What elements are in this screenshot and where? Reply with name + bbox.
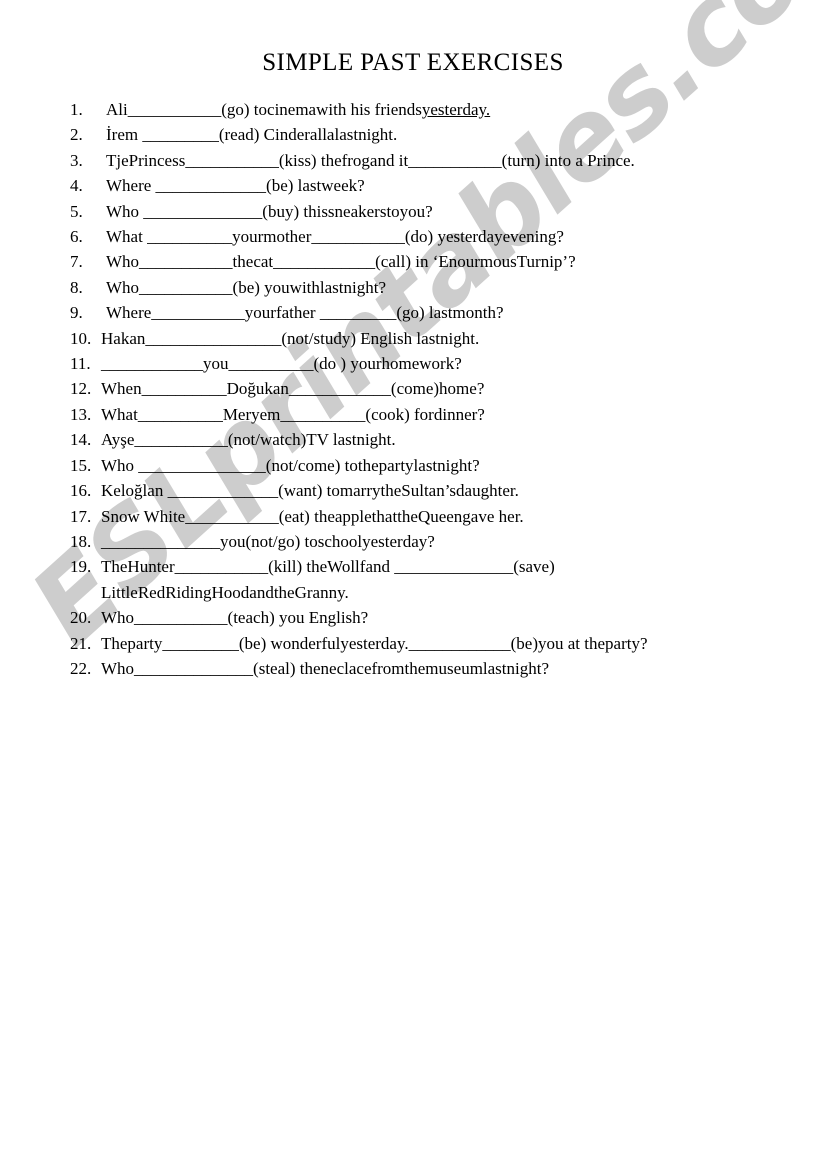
exercise-text: When__________Doğukan____________(come)h… xyxy=(101,379,485,399)
exercise-text: Who___________(teach) you English? xyxy=(101,608,369,628)
exercise-text: Who _______________(not/come) totheparty… xyxy=(101,455,480,475)
exercise-number: 17. xyxy=(70,506,92,526)
exercise-number: 9. xyxy=(70,303,83,323)
exercise-item: 21. Theparty_________(be) wonderfulyester… xyxy=(70,631,770,656)
exercise-number: 16. xyxy=(70,481,92,501)
exercise-item: 13. What__________Meryem__________(cook) … xyxy=(70,402,770,427)
exercise-item: 7. Who___________thecat____________(call)… xyxy=(70,249,770,274)
exercise-item: 6. What __________yourmother___________(d… xyxy=(70,224,770,249)
exercise-number: 5. xyxy=(70,201,83,221)
exercise-item: 4. Where _____________(be) lastweek? xyxy=(70,173,770,198)
exercise-item: 5. Who ______________(buy) thissneakersto… xyxy=(70,199,770,224)
worksheet-page: SIMPLE PAST EXERCISES 1. Ali___________(g… xyxy=(0,0,826,1169)
exercise-text: Ayşe___________(not/watch)TV lastnight. xyxy=(101,430,396,450)
exercise-item: 19. TheHunter___________(kill) theWollfan… xyxy=(70,554,770,605)
exercise-text: Ali___________(go) tocinemawith his frie… xyxy=(106,100,491,119)
exercise-item: 11. ____________you__________(do ) yourho… xyxy=(70,351,770,376)
exercise-number: 11. xyxy=(70,354,91,374)
exercise-number: 1. xyxy=(70,100,83,119)
page-title: SIMPLE PAST EXERCISES xyxy=(262,49,564,76)
exercise-item: 8. Who___________(be) youwithlastnight? xyxy=(70,275,770,300)
exercise-text: ______________you(not/go) toschoolyester… xyxy=(101,531,435,551)
exercise-item: 10. Hakan________________(not/study) Engl… xyxy=(70,326,770,351)
exercise-text: Keloğlan _____________(want) tomarrytheS… xyxy=(101,481,519,501)
exercise-item: 3. TjePrincess___________(kiss) thefrogan… xyxy=(70,148,770,173)
exercise-item: 1. Ali___________(go) tocinemawith his fr… xyxy=(70,97,770,122)
exercise-text: Snow White___________(eat) theapplethatt… xyxy=(101,506,524,526)
exercise-text: Where___________yourfather _________(go)… xyxy=(106,303,504,323)
exercise-item: 12. When__________Doğukan____________(com… xyxy=(70,376,770,401)
exercise-text: What__________Meryem__________(cook) for… xyxy=(101,404,485,424)
exercise-number: 7. xyxy=(70,252,83,272)
exercise-item: 2. İrem _________(read) Cinderallalastnig… xyxy=(70,122,770,147)
exercise-text: İrem _________(read) Cinderallalastnight… xyxy=(106,125,398,145)
exercise-number: 10. xyxy=(70,328,92,348)
exercise-item: 14. Ayşe___________(not/watch)TV lastnigh… xyxy=(70,427,770,452)
exercise-number: 4. xyxy=(70,176,83,196)
exercise-number: 6. xyxy=(70,227,83,247)
exercise-number: 15. xyxy=(70,455,92,475)
exercise-text: Theparty_________(be) wonderfulyesterday… xyxy=(101,633,648,653)
exercise-text: Who___________(be) youwithlastnight? xyxy=(106,277,386,297)
exercise-number: 21. xyxy=(70,633,92,653)
exercise-number: 2. xyxy=(70,125,83,145)
exercise-number: 13. xyxy=(70,404,92,424)
exercise-item: 18. ______________you(not/go) toschoolyes… xyxy=(70,529,770,554)
exercise-text: TjePrincess___________(kiss) thefrogand … xyxy=(106,150,635,170)
exercise-number: 18. xyxy=(70,531,92,551)
exercise-text: Where _____________(be) lastweek? xyxy=(106,176,365,196)
exercise-text: TheHunter___________(kill) theWollfand _… xyxy=(101,557,555,577)
exercise-number: 3. xyxy=(70,150,83,170)
exercise-text: Hakan________________(not/study) English… xyxy=(101,328,480,348)
exercise-list: 1. Ali___________(go) tocinemawith his fr… xyxy=(70,97,770,681)
exercise-text: What __________yourmother___________(do)… xyxy=(106,227,564,247)
exercise-item: 16. Keloğlan _____________(want) tomarryt… xyxy=(70,478,770,503)
exercise-text: Who______________(steal) theneclacefromt… xyxy=(101,658,550,678)
exercise-text: Who___________thecat____________(call) i… xyxy=(106,252,576,272)
exercise-item: 22. Who______________(steal) theneclacefr… xyxy=(70,656,770,681)
exercise-number: 14. xyxy=(70,430,92,450)
exercise-item: 17. Snow White___________(eat) theappleth… xyxy=(70,504,770,529)
exercise-number: 19. xyxy=(70,557,92,577)
exercise-text-continuation: LittleRedRidingHoodandtheGranny. xyxy=(101,582,349,602)
exercise-item: 20. Who___________(teach) you English? xyxy=(70,605,770,630)
exercise-text: ____________you__________(do ) yourhomew… xyxy=(101,354,462,374)
exercise-number: 20. xyxy=(70,608,92,628)
exercise-number: 12. xyxy=(70,379,92,399)
exercise-item: 9. Where___________yourfather _________(g… xyxy=(70,300,770,325)
exercise-number: 8. xyxy=(70,277,83,297)
exercise-item: 15. Who _______________(not/come) tothepa… xyxy=(70,453,770,478)
underlined-text: yesterday. xyxy=(421,100,491,119)
exercise-text: Who ______________(buy) thissneakerstoyo… xyxy=(106,201,433,221)
exercise-number: 22. xyxy=(70,658,92,678)
